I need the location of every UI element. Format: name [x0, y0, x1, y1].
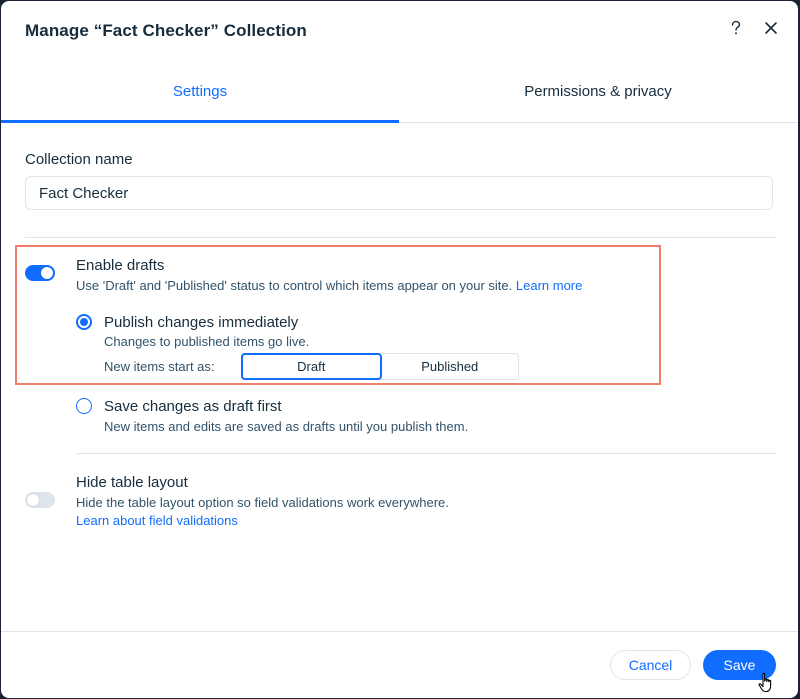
question-mark-icon[interactable] [725, 17, 747, 39]
active-tab-underline [1, 120, 399, 123]
enable-drafts-toggle[interactable] [25, 265, 55, 281]
dialog-title: Manage “Fact Checker” Collection [25, 21, 307, 40]
tab-settings[interactable]: Settings [1, 61, 399, 123]
hide-table-layout-title: Hide table layout [76, 474, 188, 491]
section-divider [25, 237, 776, 238]
publish-immediately-description: Changes to published items go live. [104, 334, 310, 349]
toggle-knob [27, 494, 39, 506]
hide-table-layout-toggle[interactable] [25, 492, 55, 508]
collection-name-label: Collection name [25, 151, 133, 168]
dialog-header: Manage “Fact Checker” Collection [1, 1, 798, 61]
tab-bar: Settings Permissions & privacy [1, 61, 798, 123]
toggle-knob [41, 267, 53, 279]
tab-settings-label: Settings [172, 83, 228, 100]
publish-immediately-radio[interactable] [76, 314, 92, 330]
save-as-draft-description: New items and edits are saved as drafts … [104, 419, 469, 434]
section-divider [76, 453, 776, 454]
save-as-draft-radio[interactable] [76, 398, 92, 414]
close-icon[interactable] [760, 17, 782, 39]
field-validations-link[interactable]: Learn about field validations [76, 513, 238, 528]
collection-name-input[interactable] [25, 176, 773, 210]
footer-divider [1, 631, 798, 632]
manage-collection-dialog: Manage “Fact Checker” Collection Setting… [1, 1, 798, 698]
enable-drafts-description: Use 'Draft' and 'Published' status to co… [76, 278, 582, 293]
new-items-status-toggle: Draft Published [241, 353, 519, 380]
cancel-button[interactable]: Cancel [610, 650, 691, 680]
save-as-draft-label: Save changes as draft first [104, 398, 282, 415]
new-items-start-label: New items start as: [104, 359, 215, 374]
enable-drafts-title: Enable drafts [76, 257, 165, 274]
tab-permissions-privacy[interactable]: Permissions & privacy [399, 61, 797, 122]
segment-draft[interactable]: Draft [241, 353, 382, 380]
segment-published[interactable]: Published [382, 354, 519, 379]
tab-permissions-label: Permissions & privacy [524, 83, 672, 100]
hand-pointer-cursor-icon [758, 672, 772, 693]
hide-table-layout-description: Hide the table layout option so field va… [76, 495, 449, 510]
publish-immediately-label: Publish changes immediately [104, 314, 299, 331]
enable-drafts-description-text: Use 'Draft' and 'Published' status to co… [76, 278, 513, 293]
learn-more-link[interactable]: Learn more [516, 278, 582, 293]
